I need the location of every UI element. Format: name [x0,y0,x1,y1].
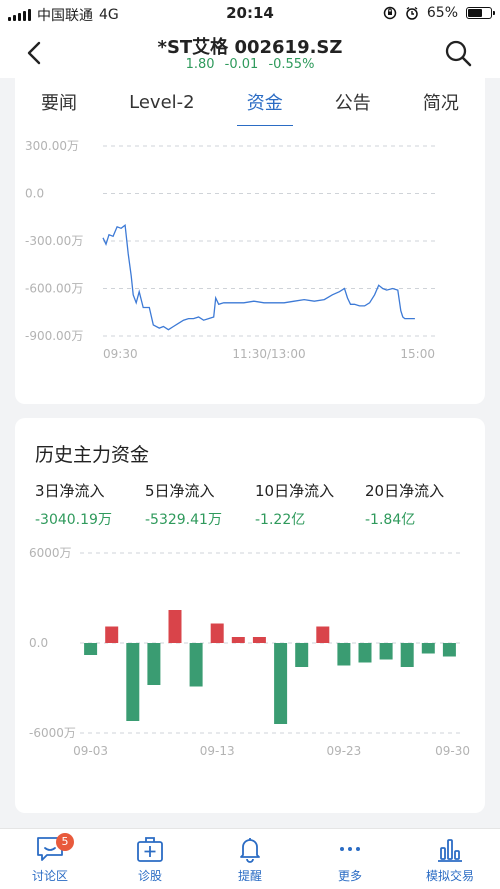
stock-quote: 1.80 -0.01 -0.55% [0,57,500,72]
flow-bar [84,643,98,655]
nav-more[interactable]: 更多 [300,835,400,884]
bottom-nav: 5 讨论区 诊股 提醒 更多 模拟交易 [0,828,500,889]
flow-bar [295,643,309,667]
bar-chart-icon [438,839,462,862]
intraday-flow-chart: 300.00万 0.0 -300.00万 -600.00万 -900.00万 09:30 1… [25,139,435,361]
intraday-flow-card: 300.00万 0.0 -300.00万 -600.00万 -900.00万 09:30 1… [15,126,485,404]
tab-profile[interactable]: 简况 [419,89,463,115]
orientation-lock-icon [383,6,397,20]
y-tick-label: -900.00万 [25,329,83,343]
stock-change: -0.01 [224,57,259,72]
stock-change-percent: -0.55% [268,57,315,72]
flow-bar [337,643,351,666]
flow-bar [210,623,224,643]
battery-icon [466,7,495,19]
nav-label: 诊股 [137,869,162,883]
x-tick-label: 11:30/13:00 [232,347,305,361]
x-tick-label: 09-03 [73,744,108,758]
flow-bar [442,643,456,657]
bell-icon [240,838,260,863]
nav-discussion[interactable]: 5 讨论区 [0,833,100,884]
battery-level [468,9,482,17]
y-tick-label: -600.00万 [25,282,83,296]
history-flow-card: 历史主力资金 3日净流入 -3040.19万 5日净流入 -5329.41万 1… [15,418,485,813]
nav-label: 讨论区 [31,869,68,883]
x-tick-label: 09-23 [326,744,361,758]
nav-alerts[interactable]: 提醒 [200,835,300,884]
flow-bar [421,643,435,654]
tab-news[interactable]: 要闻 [37,89,81,115]
flow-bar [168,610,182,643]
tab-announcements[interactable]: 公告 [331,89,375,115]
x-tick-label: 09:30 [103,347,138,361]
history-flow-chart: 6000万 0.0 -6000万 09-03 09-13 09-23 09-30 [29,546,470,758]
y-tick-label: 0.0 [29,636,48,650]
alarm-icon [406,6,418,20]
stock-header: *ST艾格 002619.SZ 1.80 -0.01 -0.55% [0,28,500,78]
flow-bar [231,637,245,643]
x-tick-label: 09-30 [435,744,470,758]
nav-label: 模拟交易 [425,869,474,883]
flow-bar [105,626,119,643]
flow-bar [274,643,288,724]
flow-bar [379,643,393,660]
y-tick-label: -6000万 [29,726,76,740]
status-bar: 中国联通 4G 20:14 65% [0,0,500,28]
tab-level2[interactable]: Level-2 [125,92,198,113]
tab-capital-flow[interactable]: 资金 [236,89,293,128]
stock-price: 1.80 [185,57,215,72]
stock-title: *ST艾格 002619.SZ [157,37,343,58]
nav-label: 更多 [337,869,362,883]
y-tick-label: -300.00万 [25,234,83,248]
y-tick-label: 300.00万 [25,139,79,153]
y-tick-label: 6000万 [29,546,72,560]
flow-bar [189,643,203,687]
search-icon[interactable] [444,39,472,67]
nav-diagnose[interactable]: 诊股 [100,835,200,884]
x-tick-label: 09-13 [200,744,235,758]
more-dots-icon [340,847,360,851]
medical-kit-icon [137,837,163,862]
flow-bar [252,637,266,643]
flow-bar [400,643,414,667]
tab-bar: 要闻 Level-2 资金 公告 简况 [15,78,485,128]
y-tick-label: 0.0 [25,187,44,201]
flow-bar [316,626,330,643]
x-tick-label: 15:00 [400,347,435,361]
flow-bar [126,643,140,721]
nav-label: 提醒 [237,869,262,883]
battery-percent: 65% [426,5,458,21]
notification-badge: 5 [56,833,74,851]
flow-bar [147,643,161,685]
nav-paper-trading[interactable]: 模拟交易 [400,835,500,884]
flow-bar [358,643,372,663]
